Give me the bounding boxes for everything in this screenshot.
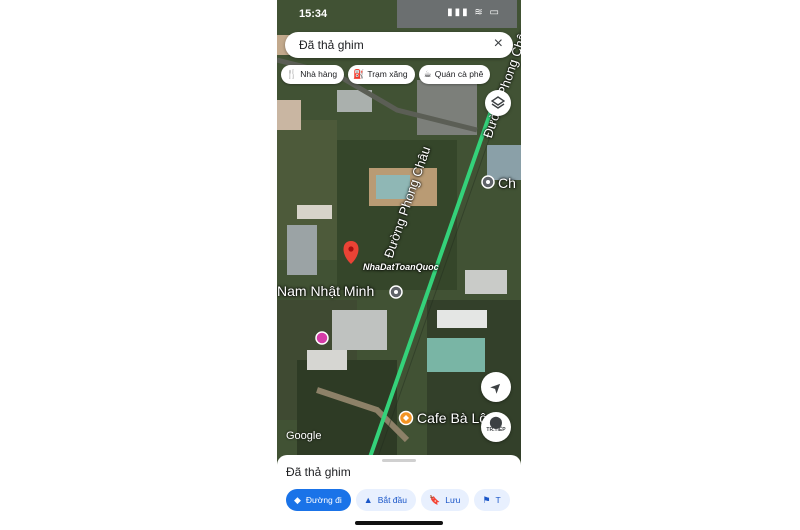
close-icon[interactable]: ×: [494, 35, 503, 53]
chip-cafes[interactable]: ☕ Quán cà phê: [418, 65, 491, 84]
action-label: Bắt đầu: [377, 495, 407, 505]
status-time: 15:34: [299, 8, 328, 20]
fork-knife-icon: 🍴: [286, 69, 298, 79]
coffee-cup-icon: ☕: [423, 69, 432, 79]
search-query[interactable]: Đã thả ghim: [299, 38, 364, 52]
google-attribution: Google: [286, 430, 322, 442]
watermark-text: NhaDatToanQuoc: [363, 262, 439, 272]
continue-label: TR.TIẾP: [486, 427, 506, 433]
continue-button[interactable]: ⬤ TR.TIẾP: [481, 412, 511, 442]
action-label: Lưu: [445, 495, 461, 505]
chip-label: Quán cà phê: [434, 69, 484, 79]
place-label-partial[interactable]: Ch: [498, 175, 516, 191]
layers-button[interactable]: [485, 90, 511, 116]
action-label: Đường đi: [305, 495, 342, 505]
gas-station-icon: ⛽: [353, 69, 365, 79]
chip-label: Nhà hàng: [300, 69, 338, 79]
save-button[interactable]: 🔖 Lưu: [421, 489, 470, 511]
directions-icon: ◆: [294, 495, 301, 505]
flag-button[interactable]: ⚑ T: [474, 489, 510, 511]
status-icons: ▮▮▮ ≋ ▭: [447, 7, 501, 18]
place-label-nam-nhat-minh[interactable]: Nam Nhật Minh: [277, 283, 374, 299]
chip-label: Trạm xăng: [367, 69, 408, 79]
phone-screen: Đường Phong Châu Đường Phong Châu Nam Nh…: [277, 0, 521, 530]
category-chips: 🍴 Nhà hàng ⛽ Trạm xăng ☕ Quán cà phê: [281, 65, 521, 87]
directions-button[interactable]: ◆ Đường đi: [286, 489, 351, 511]
home-indicator[interactable]: [355, 521, 443, 525]
chip-gas-stations[interactable]: ⛽ Trạm xăng: [348, 65, 415, 84]
bookmark-icon: 🔖: [429, 495, 441, 505]
my-location-button[interactable]: ➤: [481, 372, 511, 402]
status-bar: 15:34 ▮▮▮ ≋ ▭: [277, 0, 521, 26]
navigation-arrow-icon: ▲: [363, 495, 373, 505]
shop-marker-icon[interactable]: [315, 331, 329, 345]
start-button[interactable]: ▲ Bắt đầu: [355, 489, 416, 511]
action-buttons: ◆ Đường đi ▲ Bắt đầu 🔖 Lưu ⚑ T: [286, 489, 515, 511]
search-bar[interactable]: Đã thả ghim ×: [285, 32, 513, 58]
sheet-title: Đã thả ghim: [286, 465, 351, 479]
chip-restaurants[interactable]: 🍴 Nhà hàng: [281, 65, 345, 84]
action-label: T: [495, 495, 501, 505]
place-label-cafe[interactable]: Cafe Bà Lộ: [417, 410, 487, 426]
bottom-sheet[interactable]: Đã thả ghim ◆ Đường đi ▲ Bắt đầu 🔖 Lưu ⚑ T: [277, 455, 521, 530]
flag-icon: ⚑: [482, 495, 491, 505]
sheet-grab-handle[interactable]: [382, 459, 416, 462]
layers-icon: [490, 96, 506, 109]
